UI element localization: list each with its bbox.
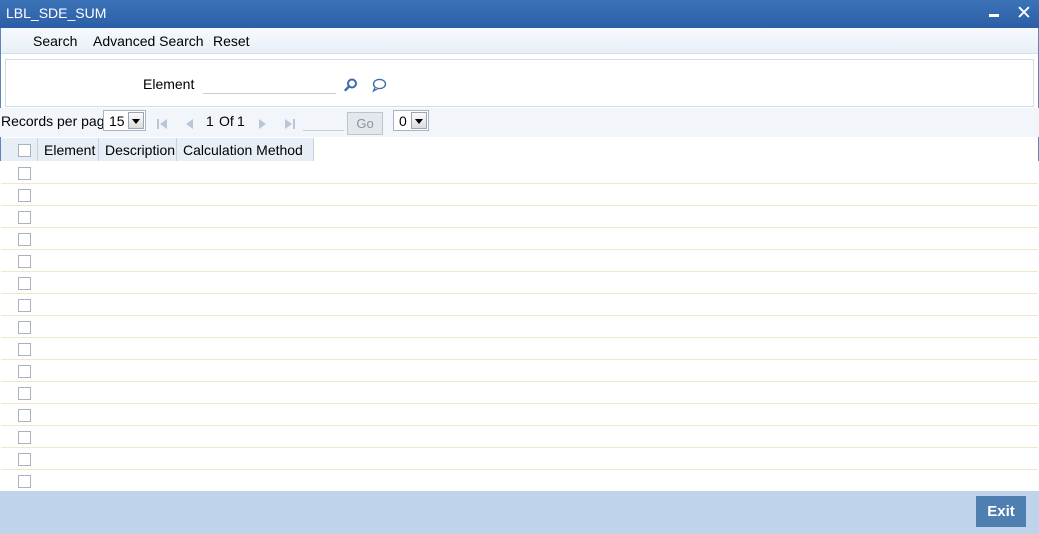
table-row (0, 205, 1039, 228)
table-row (0, 161, 1039, 184)
table-row (0, 425, 1039, 448)
row-checkbox[interactable] (18, 321, 31, 334)
chevron-down-icon (128, 112, 144, 129)
row-checkbox[interactable] (18, 167, 31, 180)
results-grid (0, 161, 1039, 492)
current-page-number: 1 (206, 113, 214, 129)
row-checkbox[interactable] (18, 431, 31, 444)
row-checkbox[interactable] (18, 211, 31, 224)
page-number-input[interactable] (303, 119, 344, 131)
records-per-page-label: Records per page (1, 113, 113, 129)
first-page-icon[interactable] (156, 117, 168, 129)
row-checkbox[interactable] (18, 453, 31, 466)
table-row (0, 447, 1039, 470)
column-header-description[interactable]: Description (99, 138, 177, 162)
window-titlebar: LBL_SDE_SUM ✕ (0, 0, 1039, 28)
table-row (0, 315, 1039, 338)
table-row (0, 271, 1039, 294)
row-checkbox[interactable] (18, 299, 31, 312)
extra-select-value: 0 (399, 113, 407, 129)
table-row (0, 469, 1039, 492)
select-all-cell (1, 138, 38, 162)
extra-select[interactable]: 0 (393, 110, 429, 131)
element-label: Element (143, 76, 195, 92)
row-checkbox[interactable] (18, 409, 31, 422)
lov-comment-icon[interactable] (371, 77, 387, 93)
of-label: Of (219, 113, 234, 129)
column-header-element[interactable]: Element (38, 138, 99, 162)
table-row (0, 381, 1039, 404)
minimize-icon[interactable] (984, 4, 1004, 24)
last-page-icon[interactable] (284, 117, 296, 129)
table-row (0, 337, 1039, 360)
search-button[interactable]: Search (33, 33, 77, 49)
advanced-search-button[interactable]: Advanced Search (93, 33, 204, 49)
window-title: LBL_SDE_SUM (6, 5, 107, 21)
records-per-page-select[interactable]: 15 (103, 110, 146, 131)
select-all-checkbox[interactable] (18, 144, 31, 157)
row-checkbox[interactable] (18, 343, 31, 356)
table-row (0, 183, 1039, 206)
table-row (0, 227, 1039, 250)
table-row (0, 359, 1039, 382)
total-pages-number: 1 (237, 113, 245, 129)
grid-header: Element Description Calculation Method (1, 138, 314, 162)
element-input[interactable] (203, 74, 336, 94)
footer-bar: Exit (0, 491, 1039, 534)
row-checkbox[interactable] (18, 233, 31, 246)
row-checkbox[interactable] (18, 365, 31, 378)
search-icon[interactable] (343, 77, 359, 93)
row-checkbox[interactable] (18, 255, 31, 268)
exit-button[interactable]: Exit (976, 496, 1026, 527)
table-row (0, 293, 1039, 316)
column-header-calculation-method[interactable]: Calculation Method (177, 138, 314, 162)
toolbar: Search Advanced Search Reset (1, 28, 1038, 54)
row-checkbox[interactable] (18, 277, 31, 290)
pagination-bar: Records per page 15 1 Of 1 0 (0, 108, 1039, 137)
row-checkbox[interactable] (18, 475, 31, 488)
reset-button[interactable]: Reset (213, 33, 250, 49)
previous-page-icon[interactable] (184, 117, 196, 129)
row-checkbox[interactable] (18, 189, 31, 202)
chevron-down-icon (411, 112, 427, 129)
go-button[interactable]: Go (347, 112, 383, 135)
table-row (0, 249, 1039, 272)
table-row (0, 403, 1039, 426)
row-checkbox[interactable] (18, 387, 31, 400)
next-page-icon[interactable] (256, 117, 268, 129)
records-per-page-value: 15 (109, 113, 125, 129)
close-icon[interactable]: ✕ (1014, 4, 1034, 24)
search-criteria-panel: Element (5, 59, 1034, 107)
